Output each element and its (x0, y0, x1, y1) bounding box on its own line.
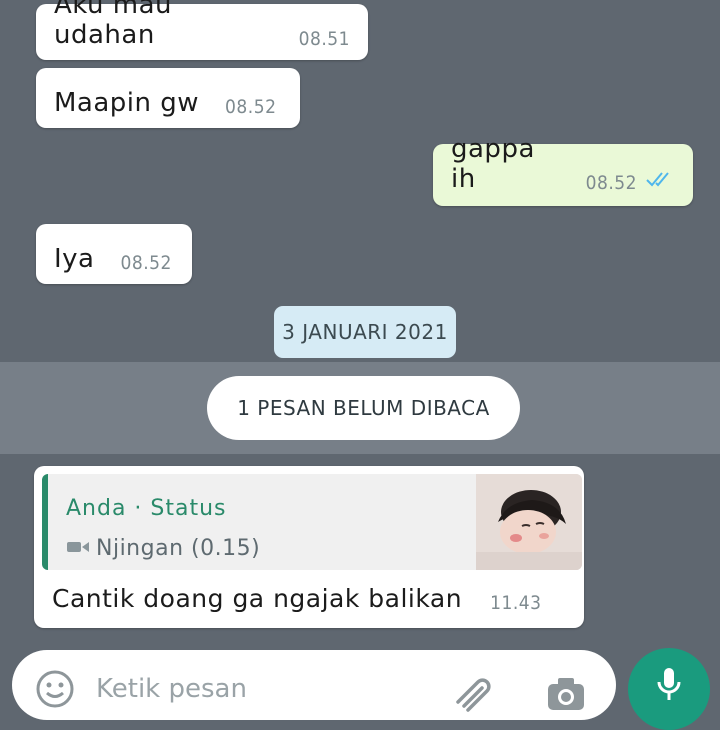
message-text: Iya (54, 244, 95, 274)
read-double-check-icon (645, 170, 675, 192)
message-text: Aku mau udahan (54, 0, 173, 50)
quote-line: Njingan (0.15) (66, 536, 260, 561)
emoji-icon[interactable] (34, 668, 76, 714)
message-composer (12, 650, 616, 720)
message-bubble-incoming[interactable]: Iya 08.52 (36, 224, 192, 284)
message-time: 08.52 (120, 252, 172, 274)
message-time: 08.52 (225, 96, 277, 118)
message-text: gappa ih (451, 134, 535, 194)
message-bubble-outgoing[interactable]: gappa ih 08.52 (433, 134, 693, 206)
microphone-button[interactable] (628, 648, 710, 730)
quoted-status[interactable]: Anda · Status Njingan (0.15) (42, 474, 582, 570)
message-bubble-incoming-reply[interactable]: Anda · Status Njingan (0.15) Cantik doan… (34, 466, 584, 628)
message-text: Cantik doang ga ngajak balikan (52, 584, 463, 613)
camera-icon[interactable] (544, 672, 588, 716)
attachment-icon[interactable] (450, 672, 496, 716)
message-time: 08.52 (585, 172, 637, 194)
reply-body: Cantik doang ga ngajak balikan 11.43 (52, 584, 572, 614)
date-separator: 3 JANUARI 2021 (274, 306, 456, 358)
message-time: 11.43 (490, 592, 542, 614)
message-bubble-incoming[interactable]: Maapin gw 08.52 (36, 68, 300, 128)
message-time: 08.51 (298, 28, 350, 50)
message-input[interactable] (96, 674, 436, 704)
video-camera-icon (66, 539, 90, 559)
message-text: Maapin gw (54, 88, 200, 118)
message-bubble-incoming[interactable]: Aku mau udahan 08.51 (36, 0, 368, 60)
unread-messages-banner: 1 PESAN BELUM DIBACA (207, 376, 520, 440)
quote-text: Njingan (0.15) (96, 536, 261, 561)
status-thumbnail (476, 474, 582, 570)
microphone-icon (654, 666, 684, 706)
quote-author: Anda · Status (66, 496, 227, 521)
